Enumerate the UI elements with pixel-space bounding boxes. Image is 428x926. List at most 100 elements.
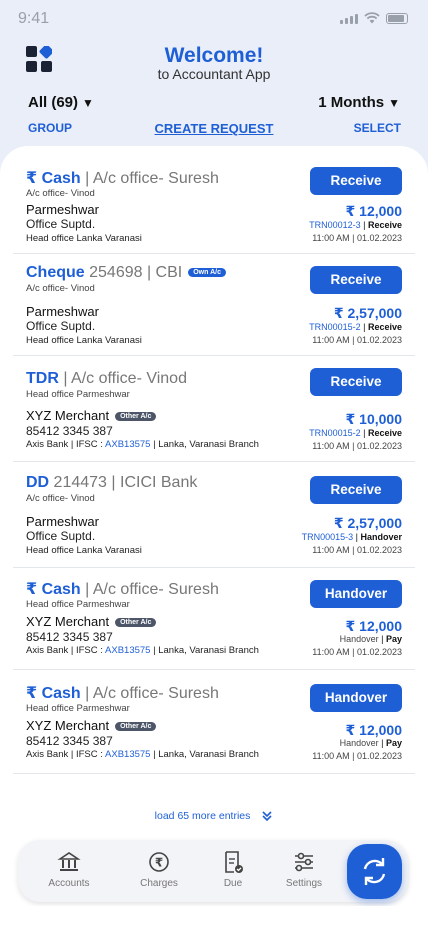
entry-account-number: 85412 3345 387 (26, 630, 113, 644)
nav-charges-label: Charges (140, 878, 178, 889)
load-more-label: load 65 more entries (154, 810, 251, 822)
entry-transaction: TRN00015-2 | Receive (309, 322, 402, 332)
list-item: ₹ Cash | A/c office- Suresh A/c office- … (13, 162, 415, 254)
entry-account: | A/c office- Vinod (58, 370, 187, 387)
page-subtitle: to Accountant App (157, 66, 271, 82)
entry-name: XYZ Merchant (26, 408, 110, 423)
receive-button[interactable]: Receive (310, 167, 402, 195)
entry-account-number: 85412 3345 387 (26, 734, 113, 748)
entry-transaction: TRN00015-3 | Handover (301, 532, 402, 542)
app-header: Welcome! to Accountant App (0, 42, 428, 86)
entry-status: Pay (385, 738, 402, 748)
entry-account: 214473 | ICICI Bank (49, 474, 198, 491)
entries-panel: ₹ Cash | A/c office- Suresh A/c office- … (0, 146, 428, 926)
entry-amount: ₹ 2,57,000 (333, 515, 402, 531)
entry-name: XYZ Merchant (26, 614, 110, 629)
list-item: DD 214473 | ICICI Bank A/c office- Vinod… (13, 462, 415, 568)
list-item: TDR | A/c office- Vinod Head office Parm… (13, 356, 415, 462)
entry-sub: Head office Parmeshwar (26, 389, 130, 400)
double-chevron-down-icon (262, 811, 272, 822)
entry-type: DD (26, 474, 50, 491)
entry-timestamp: 11:00 AM | 01.02.2023 (312, 335, 402, 345)
entry-name: Parmeshwar (26, 514, 99, 529)
entry-location: Head office Lanka Varanasi (26, 233, 142, 244)
entry-sub: A/c office- Vinod (26, 188, 95, 199)
list-item: ₹ Cash | A/c office- Suresh Head office … (13, 670, 415, 774)
entry-amount: ₹ 12,000 (345, 722, 402, 738)
entry-amount: ₹ 10,000 (345, 411, 402, 427)
ifsc-code: AXB13575 (105, 645, 151, 656)
entry-account-number: 85412 3345 387 (26, 424, 113, 438)
action-links: GROUP CREATE REQUEST SELECT (0, 121, 428, 137)
exchange-fab-button[interactable] (347, 844, 402, 899)
nav-due[interactable]: Due (203, 850, 263, 889)
entry-transaction: Handover | Pay (339, 738, 402, 748)
entry-bank: Axis Bank | IFSC : AXB13575 | Lanka, Var… (26, 749, 259, 760)
create-request-link[interactable]: CREATE REQUEST (155, 121, 274, 136)
list-item: ₹ Cash | A/c office- Suresh Head office … (13, 568, 415, 670)
entry-designation: Office Suptd. (26, 319, 96, 333)
entries-filter-dropdown[interactable]: All (69) ▼ (28, 94, 94, 111)
entry-type: Cheque (26, 264, 85, 281)
own-account-badge: Own A/c (188, 268, 226, 278)
receive-button[interactable]: Receive (310, 476, 402, 504)
entry-timestamp: 11:00 AM | 01.02.2023 (312, 647, 402, 657)
entry-sub: Head office Parmeshwar (26, 599, 130, 610)
entry-timestamp: 11:00 AM | 01.02.2023 (312, 441, 402, 451)
entry-type: ₹ Cash (26, 170, 81, 187)
other-account-badge: Other A/c (115, 618, 157, 628)
sliders-icon (295, 852, 313, 872)
entry-amount: ₹ 2,57,000 (333, 305, 402, 321)
entry-type: TDR (26, 370, 59, 387)
entry-sub: A/c office- Vinod (26, 283, 95, 294)
wifi-icon (364, 12, 380, 24)
entry-location: Head office Lanka Varanasi (26, 545, 142, 556)
entry-amount: ₹ 12,000 (345, 203, 402, 219)
signal-icon (340, 14, 358, 24)
other-account-badge: Other A/c (115, 722, 157, 732)
status-bar: 9:41 (0, 0, 428, 38)
caret-down-icon: ▼ (82, 96, 94, 110)
battery-icon (386, 13, 408, 24)
entry-transaction: TRN00012-3 | Receive (309, 220, 402, 230)
nav-accounts-label: Accounts (48, 878, 90, 889)
entry-status: Handover (360, 532, 402, 542)
period-filter-label: 1 Months (318, 94, 385, 111)
svg-text:₹: ₹ (155, 856, 163, 870)
entry-account: | A/c office- Suresh (80, 170, 219, 187)
period-filter-dropdown[interactable]: 1 Months ▼ (318, 94, 400, 111)
list-item: Cheque 254698 | CBI Own A/c A/c office- V… (13, 254, 415, 356)
receive-button[interactable]: Receive (310, 266, 402, 294)
receive-button[interactable]: Receive (310, 368, 402, 396)
nav-charges[interactable]: ₹ Charges (129, 850, 189, 889)
entry-designation: Office Suptd. (26, 529, 96, 543)
ifsc-code: AXB13575 (105, 439, 151, 450)
entry-account: 254698 | CBI (84, 264, 183, 281)
entry-name: Parmeshwar (26, 202, 99, 217)
fees-receipt-icon (225, 851, 243, 873)
rupee-coin-icon: ₹ (149, 852, 169, 872)
nav-settings-label: Settings (285, 878, 323, 889)
entry-name: Parmeshwar (26, 304, 99, 319)
entry-type: ₹ Cash (26, 581, 81, 598)
entry-account: | A/c office- Suresh (80, 581, 219, 598)
entry-timestamp: 11:00 AM | 01.02.2023 (312, 233, 402, 243)
entry-timestamp: 11:00 AM | 01.02.2023 (312, 545, 402, 555)
nav-settings[interactable]: Settings (274, 850, 334, 889)
load-more-link[interactable]: load 65 more entries (0, 810, 428, 822)
handover-button[interactable]: Handover (310, 684, 402, 712)
bank-icon (57, 852, 81, 871)
entry-status: Receive (367, 428, 402, 438)
nav-due-label: Due (223, 878, 243, 889)
ifsc-code: AXB13575 (105, 749, 151, 760)
entry-bank: Axis Bank | IFSC : AXB13575 | Lanka, Var… (26, 439, 259, 450)
entry-location: Head office Lanka Varanasi (26, 335, 142, 346)
entry-status: Receive (367, 322, 402, 332)
entries-filter-label: All (69) (28, 94, 79, 111)
select-link[interactable]: SELECT (354, 121, 401, 135)
entry-sub: A/c office- Vinod (26, 493, 95, 504)
entry-transaction: TRN00015-2 | Receive (309, 428, 402, 438)
filter-row: All (69) ▼ 1 Months ▼ (0, 94, 428, 116)
nav-accounts[interactable]: Accounts (39, 850, 99, 889)
handover-button[interactable]: Handover (310, 580, 402, 608)
